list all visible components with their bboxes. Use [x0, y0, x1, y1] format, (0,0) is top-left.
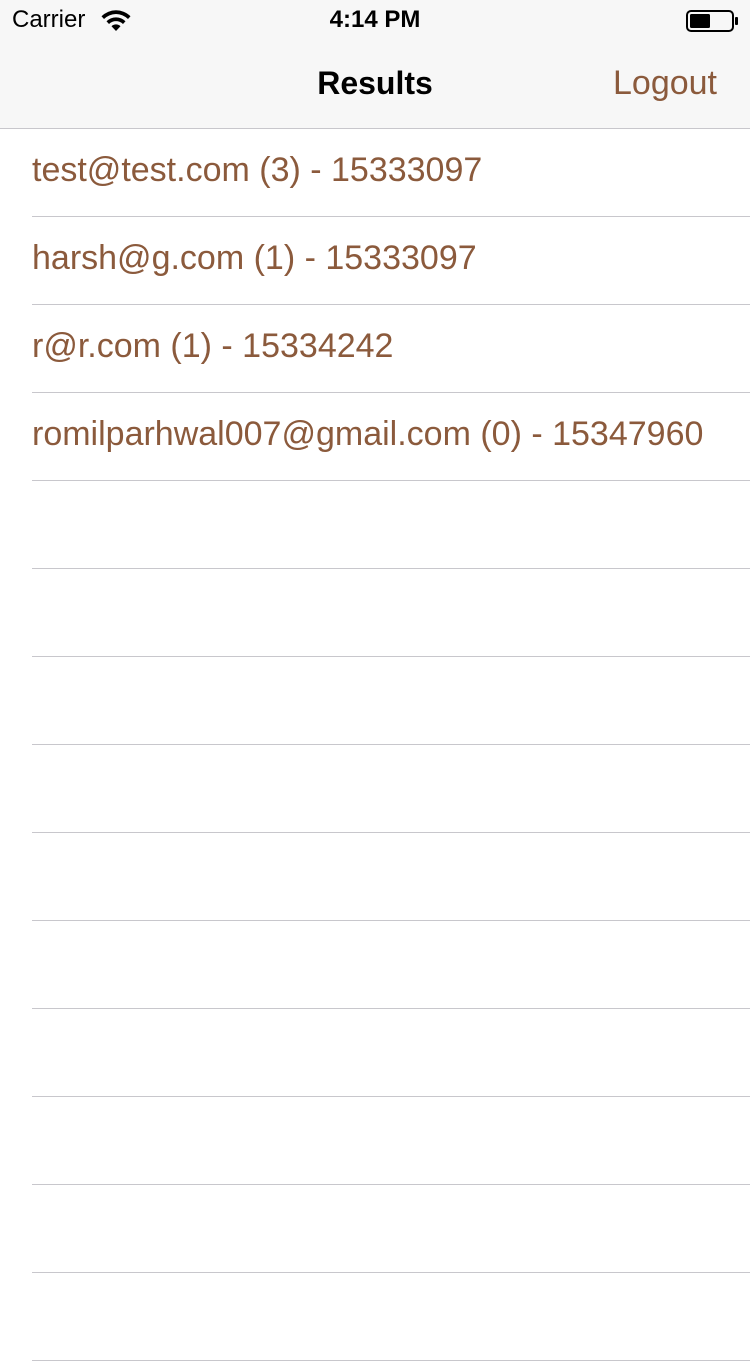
battery-icon — [686, 10, 738, 32]
table-row[interactable]: harsh@g.com (1) - 15333097 — [32, 217, 750, 305]
row-label: romilparhwal007@gmail.com (0) - 15347960 — [32, 415, 704, 453]
empty-row — [32, 569, 750, 657]
empty-row — [32, 833, 750, 921]
table-row[interactable]: r@r.com (1) - 15334242 — [32, 305, 750, 393]
status-time: 4:14 PM — [329, 6, 421, 33]
logout-button[interactable]: Logout — [613, 64, 717, 103]
table-row[interactable]: test@test.com (3) - 15333097 — [32, 129, 750, 217]
empty-row — [32, 1097, 750, 1185]
empty-row — [32, 1273, 750, 1361]
empty-row — [32, 745, 750, 833]
empty-row — [32, 1185, 750, 1273]
row-label: harsh@g.com (1) - 15333097 — [32, 239, 477, 277]
table-row[interactable]: romilparhwal007@gmail.com (0) - 15347960 — [32, 393, 750, 481]
results-table: test@test.com (3) - 15333097 harsh@g.com… — [0, 129, 750, 1361]
empty-row — [32, 921, 750, 1009]
row-label: r@r.com (1) - 15334242 — [32, 327, 394, 365]
empty-row — [32, 657, 750, 745]
empty-row — [32, 1009, 750, 1097]
navigation-bar: Results Logout — [0, 40, 750, 129]
empty-row — [32, 481, 750, 569]
status-bar: Carrier 4:14 PM — [0, 0, 750, 40]
row-label: test@test.com (3) - 15333097 — [32, 151, 483, 189]
